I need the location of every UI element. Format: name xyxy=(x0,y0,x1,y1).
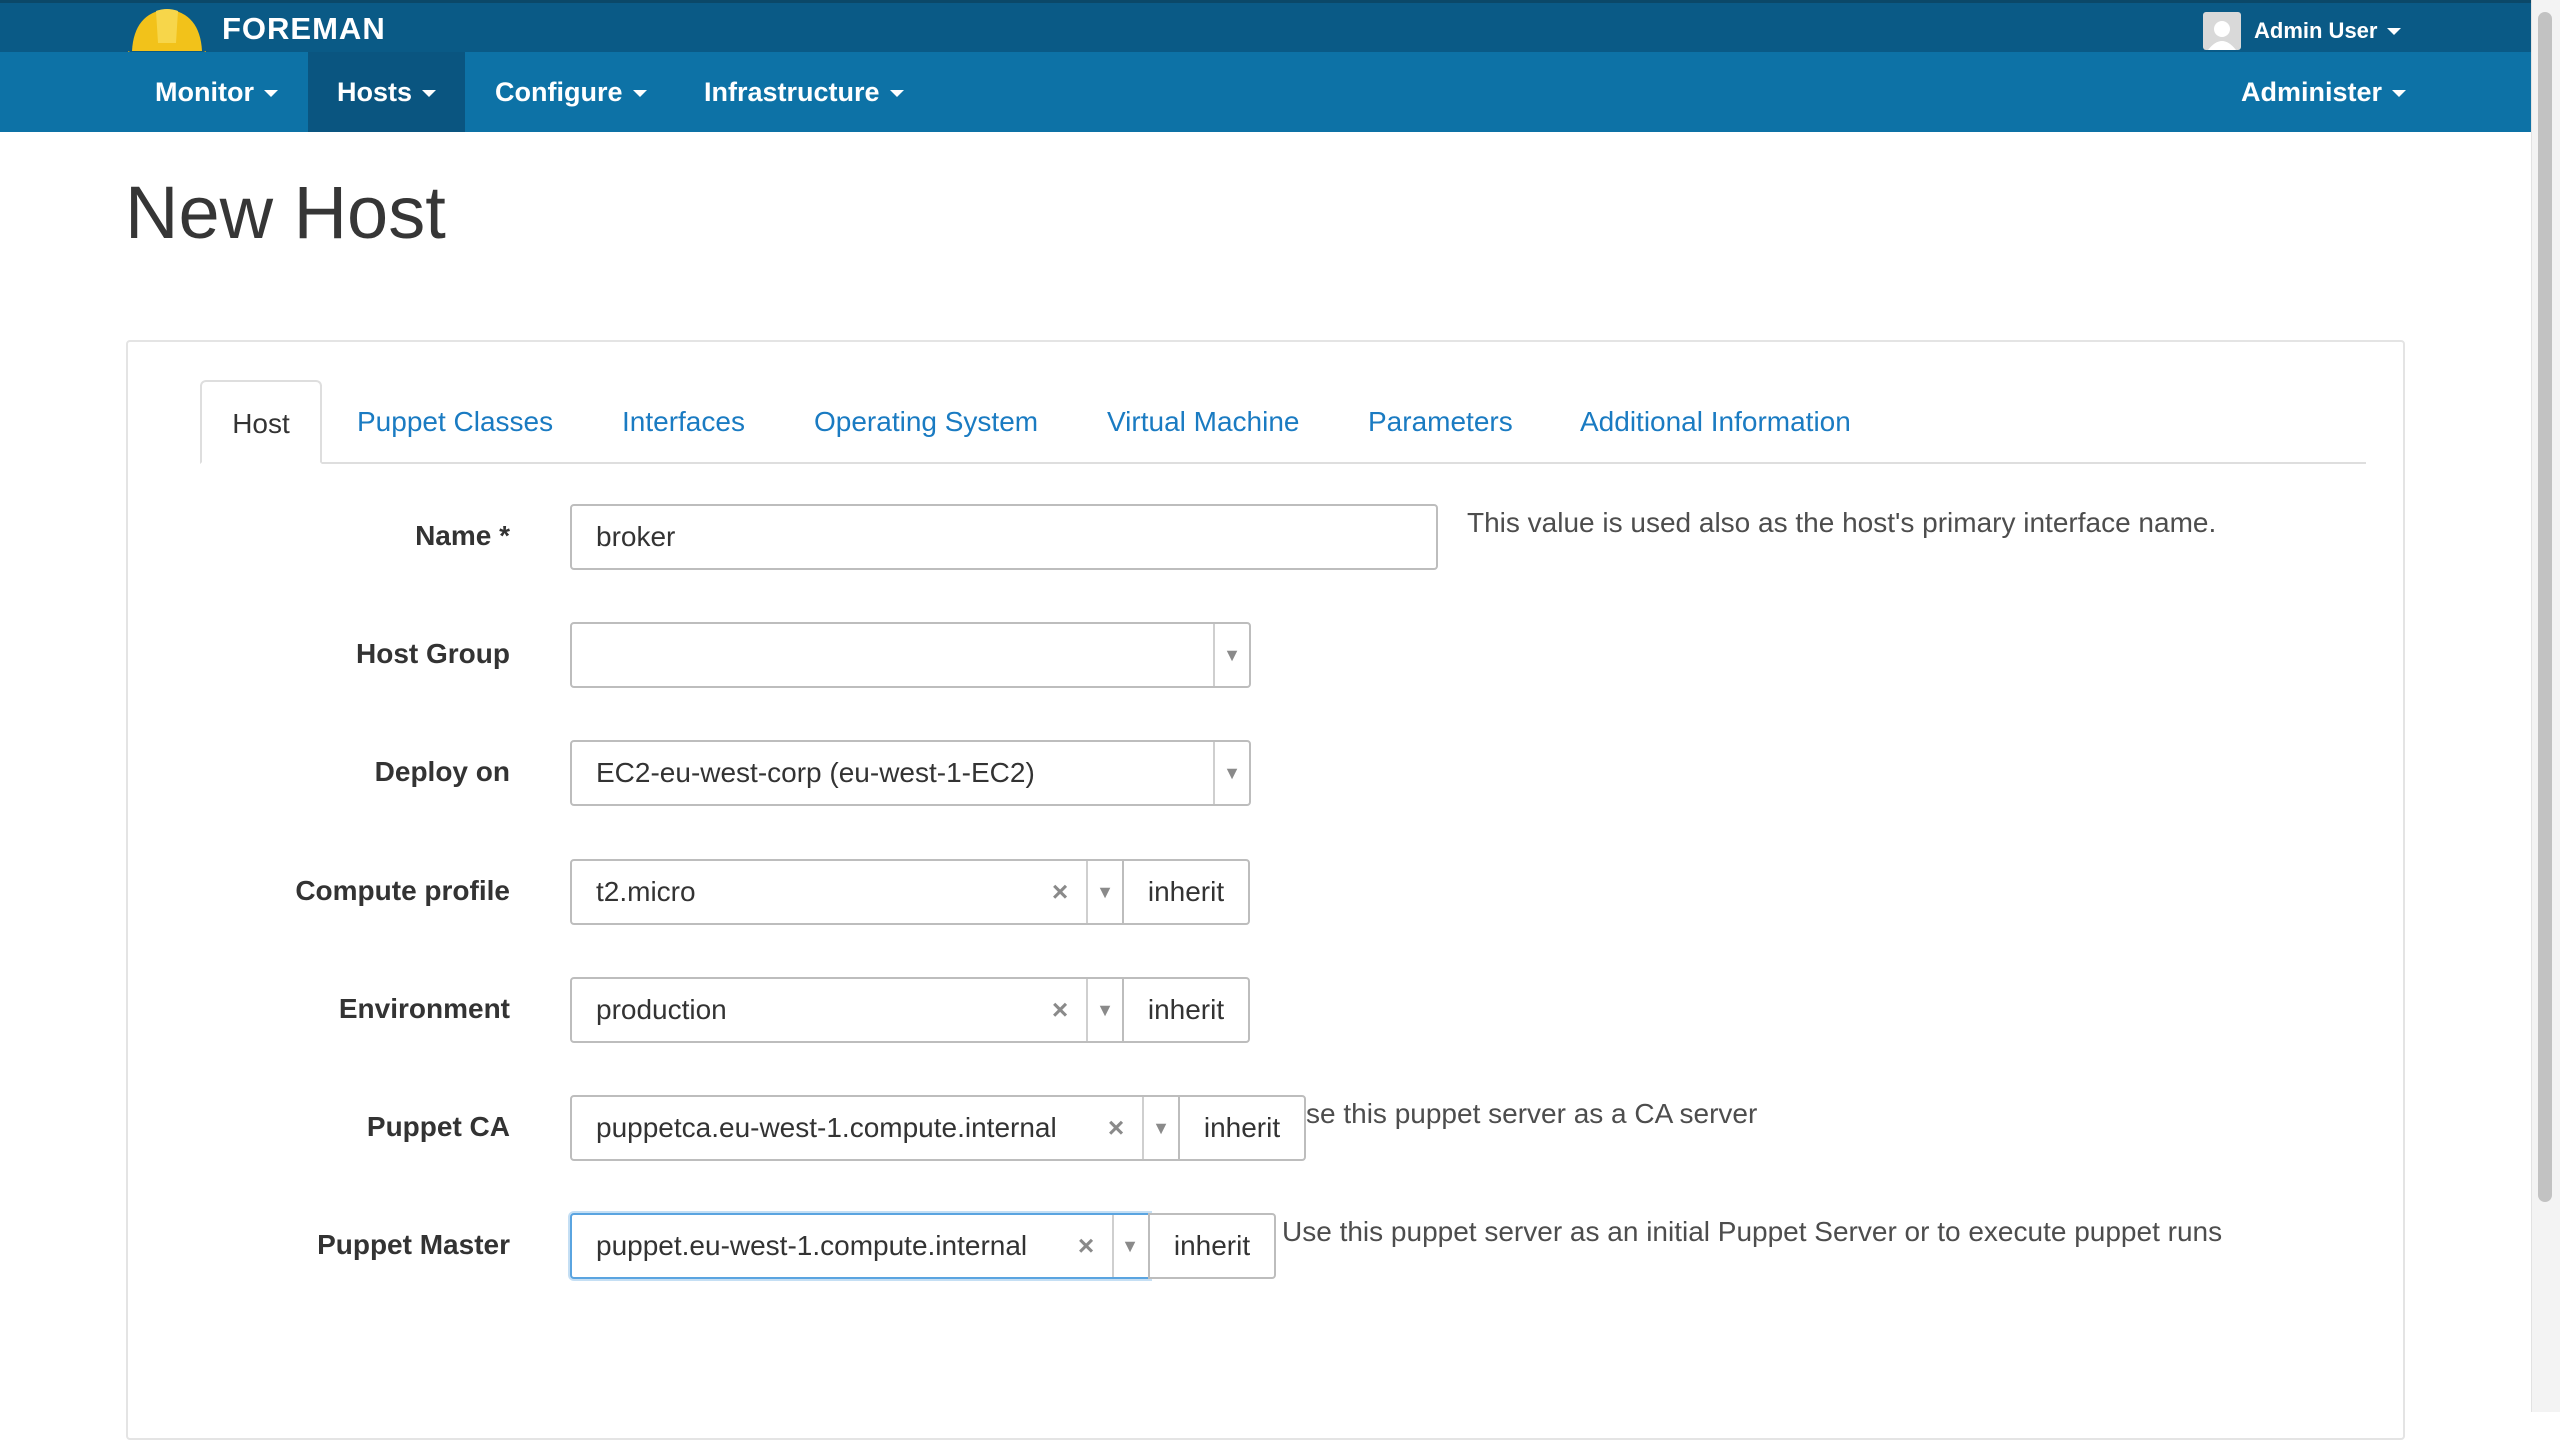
nav-configure[interactable]: Configure xyxy=(466,52,676,132)
tab-virtual-machine[interactable]: Virtual Machine xyxy=(1107,380,1299,464)
environment-select[interactable]: production × ▼ xyxy=(570,977,1124,1043)
user-menu[interactable]: Admin User xyxy=(2203,11,2402,51)
dropdown-arrow-icon[interactable]: ▼ xyxy=(1088,861,1122,923)
chevron-down-icon xyxy=(632,90,647,98)
chevron-down-icon xyxy=(2387,27,2402,35)
compute-profile-select[interactable]: t2.micro × ▼ xyxy=(570,859,1124,925)
host-group-label: Host Group xyxy=(356,638,510,669)
user-avatar-icon xyxy=(2203,12,2241,50)
tab-operating-system[interactable]: Operating System xyxy=(814,380,1038,464)
tab-puppet-classes[interactable]: Puppet Classes xyxy=(357,380,553,464)
environment-label: Environment xyxy=(338,993,510,1024)
compute-profile-value: t2.micro xyxy=(596,876,696,907)
chevron-down-icon xyxy=(422,90,437,98)
name-input[interactable] xyxy=(570,504,1438,570)
puppet-ca-select[interactable]: puppetca.eu-west-1.compute.internal × ▼ xyxy=(570,1095,1180,1161)
nav-monitor[interactable]: Monitor xyxy=(126,52,307,132)
clear-icon[interactable]: × xyxy=(1102,1097,1130,1159)
deploy-on-select[interactable]: EC2-eu-west-corp (eu-west-1-EC2) ▼ xyxy=(570,740,1251,806)
user-name: Admin User xyxy=(2254,18,2378,43)
puppet-master-value: puppet.eu-west-1.compute.internal xyxy=(596,1230,1028,1261)
tab-additional-information[interactable]: Additional Information xyxy=(1580,380,1851,464)
puppet-ca-value: puppetca.eu-west-1.compute.internal xyxy=(596,1112,1057,1143)
compute-profile-inherit-button[interactable]: inherit xyxy=(1122,859,1250,925)
nav-infrastructure[interactable]: Infrastructure xyxy=(675,52,933,132)
compute-profile-label: Compute profile xyxy=(295,875,510,906)
puppet-master-label: Puppet Master xyxy=(317,1229,510,1260)
deploy-on-label: Deploy on xyxy=(374,756,510,787)
environment-value: production xyxy=(596,994,727,1025)
top-header: FOREMAN Admin User xyxy=(0,0,2531,67)
main-navbar: Monitor Hosts Configure Infrastructure A… xyxy=(0,52,2531,132)
clear-icon[interactable]: × xyxy=(1046,979,1074,1041)
puppet-ca-label: Puppet CA xyxy=(366,1111,510,1142)
puppet-master-inherit-button[interactable]: inherit xyxy=(1148,1213,1276,1279)
name-label: Name * xyxy=(415,520,510,551)
puppet-master-help-text: Use this puppet server as an initial Pup… xyxy=(1282,1216,2223,1247)
dropdown-arrow-icon[interactable]: ▼ xyxy=(1114,1215,1146,1277)
puppet-ca-help-text: se this puppet server as a CA server xyxy=(1306,1098,1758,1129)
host-group-select[interactable]: ▼ xyxy=(570,622,1251,688)
tab-parameters[interactable]: Parameters xyxy=(1368,380,1513,464)
scrollbar-thumb[interactable] xyxy=(2538,12,2552,1202)
dropdown-arrow-icon[interactable]: ▼ xyxy=(1144,1097,1178,1159)
nav-administer[interactable]: Administer xyxy=(2212,52,2435,132)
puppet-ca-inherit-button[interactable]: inherit xyxy=(1178,1095,1306,1161)
clear-icon[interactable]: × xyxy=(1072,1215,1100,1277)
deploy-on-value: EC2-eu-west-corp (eu-west-1-EC2) xyxy=(596,757,1035,788)
environment-inherit-button[interactable]: inherit xyxy=(1122,977,1250,1043)
clear-icon[interactable]: × xyxy=(1046,861,1074,923)
puppet-master-select[interactable]: puppet.eu-west-1.compute.internal × ▼ xyxy=(570,1213,1150,1279)
chevron-down-icon xyxy=(2392,90,2407,98)
tab-host[interactable]: Host xyxy=(200,380,322,464)
chevron-down-icon xyxy=(263,90,278,98)
dropdown-arrow-icon[interactable]: ▼ xyxy=(1215,742,1249,804)
tab-interfaces[interactable]: Interfaces xyxy=(622,380,745,464)
dropdown-arrow-icon[interactable]: ▼ xyxy=(1088,979,1122,1041)
brand-name[interactable]: FOREMAN xyxy=(222,11,386,47)
name-help-text: This value is used also as the host's pr… xyxy=(1467,507,2217,538)
nav-hosts[interactable]: Hosts xyxy=(308,52,466,132)
chevron-down-icon xyxy=(889,90,904,98)
dropdown-arrow-icon[interactable]: ▼ xyxy=(1215,624,1249,686)
page-title: New Host xyxy=(125,171,446,254)
